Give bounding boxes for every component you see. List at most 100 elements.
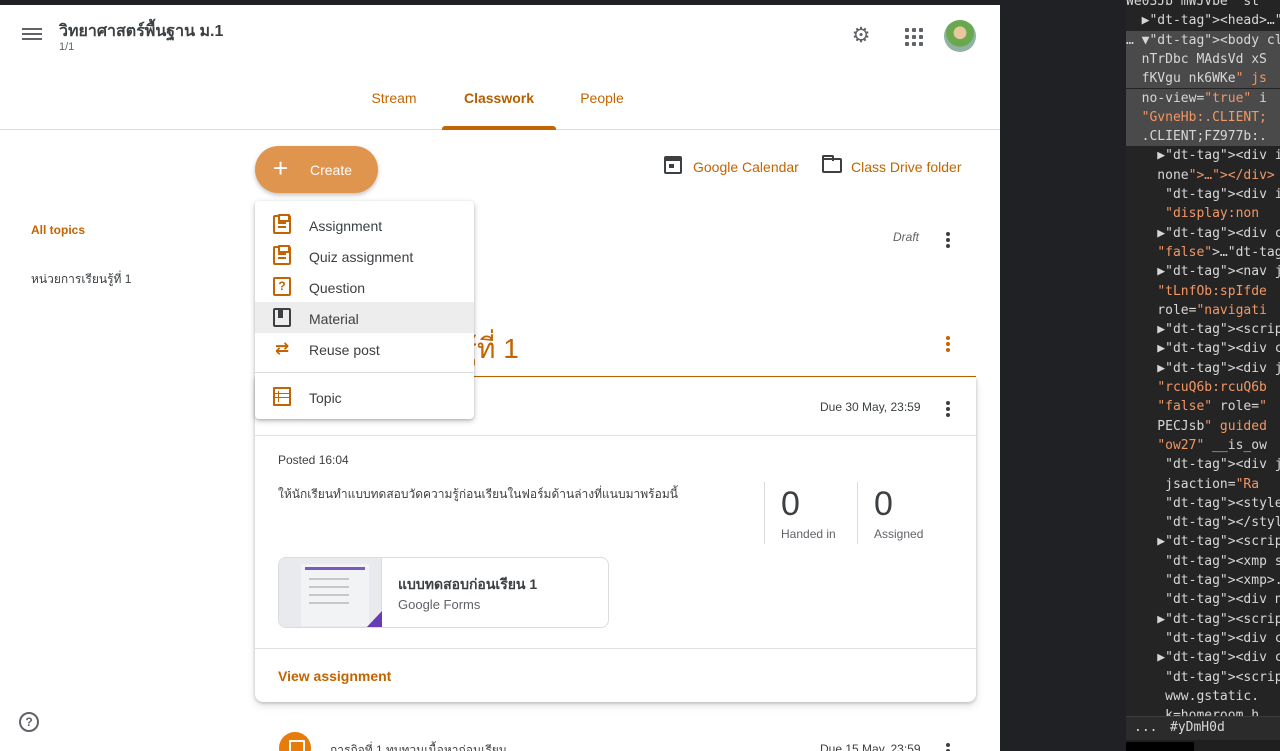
avatar[interactable]	[944, 20, 976, 52]
more-options-icon[interactable]	[946, 232, 950, 250]
header: วิทยาศาสตร์พื้นฐาน ม.1 1/1 ⚙ Stream Clas…	[0, 5, 1000, 130]
menu-item-quiz-assignment[interactable]: Quiz assignment	[255, 240, 474, 271]
handed-in-label: Handed in	[781, 527, 836, 541]
devtools-dom-line[interactable]: nTrDbc MAdsVd xS	[1126, 49, 1280, 69]
devtools-dom-line[interactable]: "GvneHb:.CLIENT;	[1126, 107, 1280, 127]
question-icon: ?	[273, 277, 291, 296]
menu-item-label: Material	[309, 311, 359, 327]
devtools-dom-line[interactable]: ▶"dt-tag"><script nonce	[1126, 532, 1280, 551]
view-assignment-link[interactable]: View assignment	[278, 668, 391, 684]
devtools-dom-line[interactable]: none">…"></div>	[1126, 166, 1280, 185]
assigned-stat[interactable]: 0 Assigned	[858, 482, 952, 544]
devtools-dom-line[interactable]: "dt-tag"><xmp>."dt-tag"></xmp>	[1126, 571, 1280, 590]
devtools-dom-line[interactable]: "dt-tag"><xmp style="	[1126, 552, 1280, 571]
help-icon[interactable]: ?	[19, 712, 39, 732]
assignment-icon	[273, 214, 291, 234]
due-date: Due 30 May, 23:59	[820, 400, 921, 414]
tab-classwork[interactable]: Classwork	[442, 88, 556, 130]
menu-item-topic[interactable]: Topic	[255, 381, 474, 412]
tab-people[interactable]: People	[574, 88, 630, 130]
menu-item-reuse-post[interactable]: ⇄ Reuse post	[255, 333, 474, 364]
devtools-dom-line[interactable]: "display:non	[1126, 204, 1280, 223]
assignment-more-options-icon[interactable]	[946, 401, 950, 419]
devtools-breadcrumb-bar: ... #yDmH0d	[1126, 716, 1280, 740]
assigned-count: 0	[874, 485, 893, 523]
devtools-dom-line[interactable]: … ▼"dt-tag"><body class="D	[1126, 30, 1280, 50]
create-menu: Assignment Quiz assignment ? Question Ma…	[255, 201, 474, 419]
devtools-footer	[1126, 740, 1280, 751]
class-title[interactable]: วิทยาศาสตร์พื้นฐาน ม.1	[59, 19, 223, 44]
handed-in-count: 0	[781, 485, 800, 523]
google-calendar-link[interactable]: Google Calendar	[693, 159, 799, 175]
devtools-dom-line[interactable]: "ow27" __is_ow	[1126, 436, 1280, 455]
devtools-dom-line[interactable]: no-view="true" i	[1126, 88, 1280, 108]
assignment-icon	[279, 732, 311, 751]
devtools-dom-line[interactable]: ▶"dt-tag"><div class="	[1126, 339, 1280, 358]
devtools-dom-line[interactable]: ▶"dt-tag"><div class="	[1126, 224, 1280, 243]
devtools-dom-line[interactable]: fKVgu nk6WKe" js	[1126, 69, 1280, 89]
breadcrumb-node[interactable]: #yDmH0d	[1166, 720, 1229, 735]
devtools-dom-line[interactable]: "rcuQ6b:rcuQ6b	[1126, 378, 1280, 397]
attachment-type: Google Forms	[398, 597, 481, 612]
menu-item-assignment[interactable]: Assignment	[255, 209, 474, 240]
reuse-icon: ⇄	[274, 339, 290, 358]
devtools-dom-line[interactable]: "dt-tag"><script id="	[1126, 668, 1280, 687]
menu-item-question[interactable]: ? Question	[255, 271, 474, 302]
devtools-dom-line[interactable]: ▶"dt-tag"><nav jscontro	[1126, 262, 1280, 281]
devtools-dom-line[interactable]: ▶"dt-tag"><div id="lcs	[1126, 146, 1280, 165]
devtools-dom-line[interactable]: ▶"dt-tag"><script nonce	[1126, 610, 1280, 629]
devtools-dom-line[interactable]: "dt-tag"><div class="	[1126, 629, 1280, 648]
devtools-dom-line[interactable]: "false" role="	[1126, 397, 1280, 416]
handed-in-stat[interactable]: 0 Handed in	[764, 482, 858, 544]
devtools-dom-line[interactable]: ▶"dt-tag"><div jscontro	[1126, 359, 1280, 378]
devtools-dom-line[interactable]: "tLnfOb:spIfde	[1126, 282, 1280, 301]
devtools-dom-line[interactable]: ▶"dt-tag"><head>…"dt-tag"></head>	[1126, 11, 1280, 30]
next-more-options-icon[interactable]	[946, 743, 950, 751]
plus-icon: +	[273, 153, 289, 183]
assignment-instructions: ให้นักเรียนทำแบบทดสอบวัดความรู้ก่อนเรียน…	[278, 487, 678, 501]
topic-item[interactable]: หน่วยการเรียนรู้ที่ 1	[31, 270, 131, 289]
create-label: Create	[310, 162, 353, 178]
attachment-google-form[interactable]: แบบทดสอบก่อนเรียน 1 Google Forms	[278, 557, 609, 628]
menu-item-label: Quiz assignment	[309, 249, 414, 265]
devtools-dom-line[interactable]: "dt-tag"><div jslazy	[1126, 455, 1280, 474]
devtools-elements-panel[interactable]: We03Jb mWJVbe st ▶"dt-tag"><head>…"dt-ta…	[1126, 0, 1280, 751]
devtools-dom-line[interactable]: ▶"dt-tag"><script nonce	[1126, 320, 1280, 339]
tab-stream[interactable]: Stream	[364, 88, 424, 130]
devtools-dom-line[interactable]: "dt-tag"><style nonce	[1126, 494, 1280, 513]
devtools-dom-line[interactable]: PECJsb" guided	[1126, 417, 1280, 436]
posted-time: Posted 16:04	[278, 453, 349, 467]
folder-icon[interactable]	[822, 155, 842, 173]
devtools-dom-line[interactable]: .CLIENT;FZ977b:.	[1126, 127, 1280, 147]
tabs: Stream Classwork People	[0, 88, 1000, 130]
divider	[255, 648, 976, 649]
assigned-label: Assigned	[874, 527, 924, 541]
next-assignment-title[interactable]: การกิจที่ 1 ทบทวนเนื้อหาก่อนเรียน	[330, 741, 507, 751]
classroom-app: วิทยาศาสตร์พื้นฐาน ม.1 1/1 ⚙ Stream Clas…	[0, 5, 1000, 751]
devtools-dom-line[interactable]: "false">…"dt-tag"></div	[1126, 243, 1280, 262]
hamburger-menu-icon[interactable]	[20, 25, 44, 45]
calendar-icon[interactable]	[664, 156, 682, 174]
devtools-dom-line[interactable]: ▶"dt-tag"><div class="	[1126, 648, 1280, 667]
material-icon	[273, 308, 291, 327]
devtools-dom-line[interactable]: www.gstatic.	[1126, 687, 1280, 706]
menu-item-material[interactable]: Material	[255, 302, 474, 333]
devtools-dom-line[interactable]: role="navigati	[1126, 301, 1280, 320]
class-drive-folder-link[interactable]: Class Drive folder	[851, 159, 961, 175]
draft-label: Draft	[893, 230, 920, 244]
create-button[interactable]: + Create	[255, 146, 378, 193]
apps-grid-icon[interactable]	[902, 25, 924, 47]
breadcrumb-dots[interactable]: ...	[1134, 720, 1157, 735]
gear-icon[interactable]: ⚙	[849, 24, 873, 48]
devtools-dom-line[interactable]: "dt-tag"></style>	[1126, 513, 1280, 532]
devtools-dom-line[interactable]: We03Jb mWJVbe st	[1126, 0, 1280, 11]
devtools-dom-line[interactable]: "dt-tag"><div ng-non-	[1126, 590, 1280, 609]
topic-all-topics[interactable]: All topics	[31, 223, 85, 237]
attachment-name: แบบทดสอบก่อนเรียน 1	[398, 576, 538, 592]
tab-classwork-label: Classwork	[463, 90, 535, 106]
devtools-dom-line[interactable]: "dt-tag"><div id="lcs	[1126, 185, 1280, 204]
menu-divider	[255, 372, 474, 373]
class-section: 1/1	[59, 41, 75, 53]
devtools-dom-line[interactable]: jsaction="Ra	[1126, 475, 1280, 494]
topic-more-options-icon[interactable]	[946, 336, 950, 354]
